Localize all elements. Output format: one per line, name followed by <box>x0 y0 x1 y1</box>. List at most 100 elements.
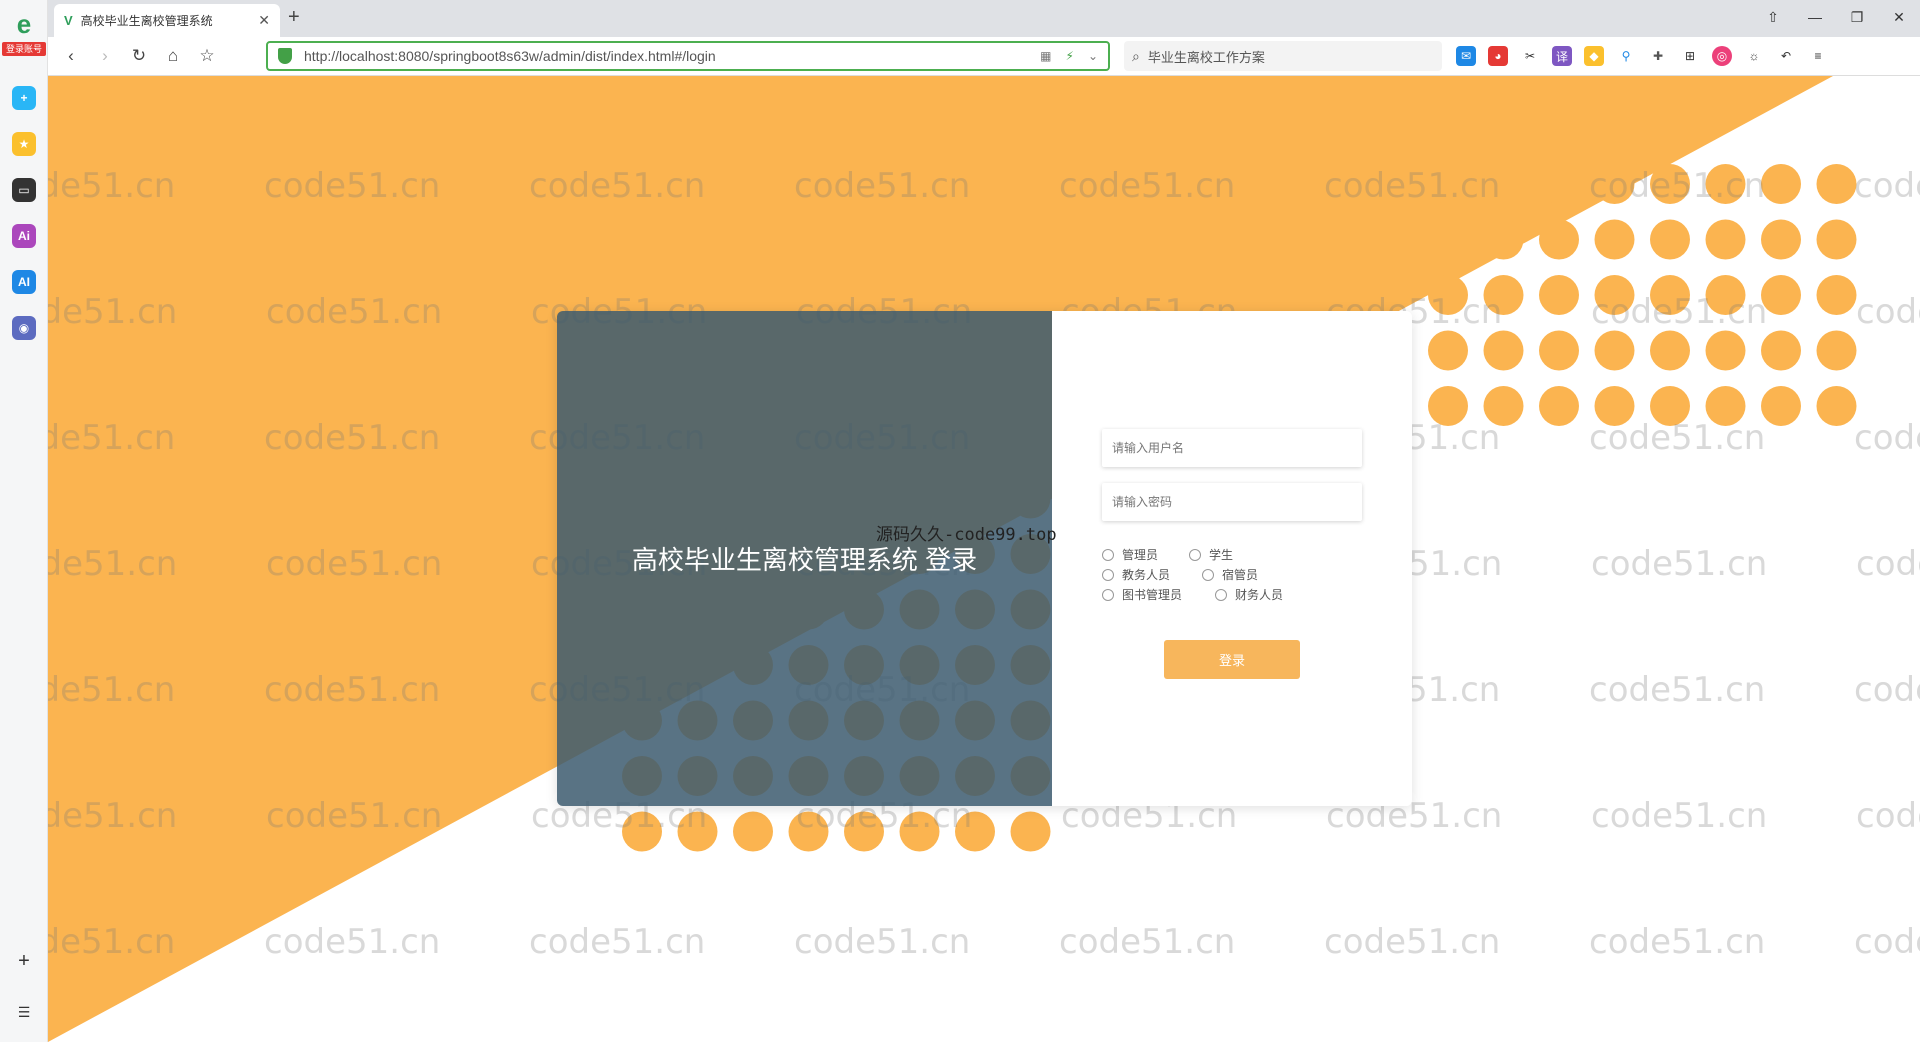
decor-dot <box>1816 330 1857 371</box>
decor-dot <box>677 811 718 852</box>
decor-dot <box>1761 219 1801 260</box>
decor-dot <box>1483 219 1524 260</box>
tab-active[interactable]: V 高校毕业生离校管理系统 ✕ <box>54 4 280 37</box>
decor-dot <box>1483 386 1524 426</box>
bookmark-star-icon[interactable]: ☆ <box>194 46 220 66</box>
translate-icon[interactable]: 译 <box>1552 46 1572 66</box>
secure-shield-icon <box>278 48 292 64</box>
add-icon[interactable]: + <box>12 950 36 973</box>
username-input[interactable] <box>1102 429 1362 467</box>
brightness-icon[interactable]: ☼ <box>1744 46 1764 66</box>
weibo-icon[interactable]: ◕ <box>1488 46 1508 66</box>
search-text[interactable]: 毕业生离校工作方案 <box>1148 47 1265 66</box>
role-option-finance-staff[interactable]: 财务人员 <box>1215 586 1283 603</box>
decor-dot <box>1650 219 1690 260</box>
decor-dot <box>1483 275 1524 315</box>
radio-icon[interactable] <box>1102 548 1114 561</box>
favorites-star-icon[interactable]: ★ <box>12 132 36 156</box>
search-box[interactable]: ⌕ 毕业生离校工作方案 <box>1124 41 1442 71</box>
decor-dot <box>1816 219 1857 260</box>
grid-apps-icon[interactable]: ⊞ <box>1680 46 1700 66</box>
restore-icon[interactable]: ❐ <box>1836 0 1878 34</box>
chevron-down-icon[interactable]: ⌄ <box>1088 49 1098 63</box>
login-button[interactable]: 登录 <box>1164 640 1300 679</box>
role-option-academic-staff[interactable]: 教务人员 <box>1102 566 1170 583</box>
close-window-icon[interactable]: ✕ <box>1878 0 1920 34</box>
login-title: 高校毕业生离校管理系统 登录 <box>631 545 978 575</box>
decor-dot <box>1761 275 1801 315</box>
decor-dot <box>955 811 995 852</box>
decor-dot <box>1705 219 1746 260</box>
decor-dot <box>1594 164 1635 204</box>
decor-dot <box>1539 164 1579 204</box>
role-option-student[interactable]: 学生 <box>1189 546 1233 563</box>
shield-ext-icon[interactable]: ◆ <box>1584 46 1604 66</box>
search-icon: ⌕ <box>1132 47 1140 64</box>
decor-dot <box>1483 330 1524 371</box>
radio-icon[interactable] <box>1102 568 1114 581</box>
role-option-dorm-manager[interactable]: 宿管员 <box>1202 566 1258 583</box>
decor-dot <box>1705 386 1746 426</box>
tab-title: 高校毕业生离校管理系统 <box>80 14 213 28</box>
forward-icon[interactable]: › <box>92 46 118 66</box>
decor-dot <box>1650 386 1690 426</box>
mail-icon[interactable]: ✉ <box>1456 46 1476 66</box>
decor-dot <box>1650 164 1690 204</box>
ai-chat-icon[interactable]: AI <box>12 270 36 294</box>
new-tab-icon[interactable]: + <box>288 6 300 29</box>
close-tab-icon[interactable]: ✕ <box>258 12 270 29</box>
decor-dot <box>1428 219 1468 260</box>
ai-assistant-icon[interactable]: Ai <box>12 224 36 248</box>
decor-dot <box>899 811 940 852</box>
login-account-badge[interactable]: 登录账号 <box>2 42 46 56</box>
home-icon[interactable]: ⌂ <box>160 46 186 66</box>
decor-dot <box>1539 219 1579 260</box>
add-app-icon[interactable]: + <box>12 86 36 110</box>
lightning-icon[interactable]: ⚡ <box>1066 49 1074 63</box>
color-wheel-icon[interactable]: ◎ <box>1712 46 1732 66</box>
minimize-icon[interactable]: — <box>1794 0 1836 34</box>
undo-icon[interactable]: ↶ <box>1776 46 1796 66</box>
source-overlay-text: 源码久久-code99.top <box>876 525 1057 545</box>
role-option-admin[interactable]: 管理员 <box>1102 546 1158 563</box>
reload-icon[interactable]: ↻ <box>126 46 152 66</box>
decor-dot <box>1705 330 1746 371</box>
robot-icon[interactable]: ◉ <box>12 316 36 340</box>
decor-dot <box>1594 386 1635 426</box>
login-form: 管理员 学生 教务人员 宿管员 <box>1052 311 1412 806</box>
list-menu-icon[interactable]: ☰ <box>12 1004 36 1021</box>
page-content: code51.cncode51.cncode51.cncode51.cncode… <box>48 76 1920 1042</box>
pin-window-icon[interactable]: ⇧ <box>1752 0 1794 34</box>
decor-dot <box>1428 275 1468 315</box>
game-controller-icon[interactable]: ▭ <box>12 178 36 202</box>
decor-dot <box>1761 330 1801 371</box>
role-option-librarian[interactable]: 图书管理员 <box>1102 586 1182 603</box>
decor-dot <box>1539 330 1579 371</box>
decor-dot <box>1816 164 1857 204</box>
decor-dot <box>1594 275 1635 315</box>
decor-dot <box>1650 275 1690 315</box>
qr-code-icon[interactable]: ▦ <box>1040 49 1051 63</box>
decor-dot <box>1705 275 1746 315</box>
back-icon[interactable]: ‹ <box>58 46 84 66</box>
extension-icons: ✉ ◕ ✂ 译 ◆ ⚲ ✚ ⊞ ◎ ☼ ↶ ≡ <box>1456 46 1828 66</box>
menu-icon[interactable]: ≡ <box>1808 46 1828 66</box>
radio-icon[interactable] <box>1202 568 1214 581</box>
scissors-icon[interactable]: ✂ <box>1520 46 1540 66</box>
decor-dot <box>1594 219 1635 260</box>
radio-icon[interactable] <box>1189 548 1201 561</box>
browser-logo-icon[interactable]: e <box>8 10 40 40</box>
window-controls: ⇧ — ❐ ✕ <box>1752 0 1920 34</box>
url-text[interactable]: http://localhost:8080/springboot8s63w/ad… <box>304 48 1040 64</box>
address-bar[interactable]: http://localhost:8080/springboot8s63w/ad… <box>266 41 1110 71</box>
decor-dot <box>1539 386 1579 426</box>
decor-dot <box>1428 330 1468 371</box>
decor-dot <box>1539 275 1579 315</box>
zoom-search-icon[interactable]: ⚲ <box>1616 46 1636 66</box>
puzzle-icon[interactable]: ✚ <box>1648 46 1668 66</box>
decor-dot <box>1705 164 1746 204</box>
password-input[interactable] <box>1102 483 1362 521</box>
radio-icon[interactable] <box>1215 588 1227 601</box>
radio-icon[interactable] <box>1102 588 1114 601</box>
vue-logo-icon: V <box>64 13 73 28</box>
